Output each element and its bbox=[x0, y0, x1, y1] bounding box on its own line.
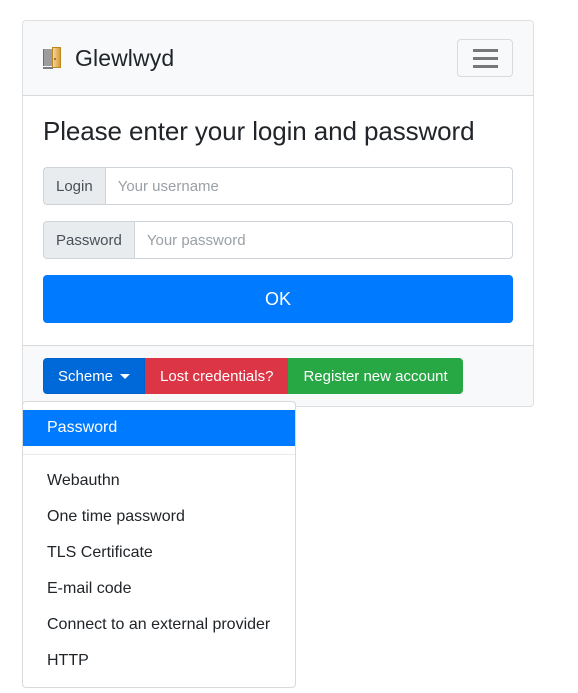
register-new-account-button[interactable]: Register new account bbox=[288, 358, 463, 395]
hamburger-bar bbox=[472, 48, 498, 52]
scheme-dropdown-button[interactable]: Scheme bbox=[43, 358, 146, 395]
footer-button-group: Scheme Lost credentials? Register new ac… bbox=[43, 358, 463, 395]
dropdown-divider bbox=[23, 454, 295, 455]
card-body: Please enter your login and password Log… bbox=[23, 96, 533, 345]
card-footer: Scheme Lost credentials? Register new ac… bbox=[23, 345, 533, 407]
brand-link[interactable]: Glewlwyd bbox=[43, 44, 175, 71]
scheme-dropdown-item[interactable]: One time password bbox=[23, 499, 295, 535]
scheme-button-label: Scheme bbox=[58, 367, 114, 385]
scheme-dropdown-menu: Password Webauthn One time password TLS Cer… bbox=[22, 401, 296, 688]
hamburger-bar bbox=[472, 56, 498, 60]
hamburger-bar bbox=[472, 64, 498, 68]
password-input[interactable] bbox=[133, 221, 513, 260]
login-input[interactable] bbox=[104, 167, 513, 206]
login-input-group: Login bbox=[43, 167, 513, 206]
scheme-dropdown-item[interactable]: E-mail code bbox=[23, 571, 295, 607]
scheme-dropdown-item[interactable]: Webauthn bbox=[23, 463, 295, 499]
password-label: Password bbox=[43, 221, 134, 260]
scheme-dropdown-item[interactable]: Password bbox=[23, 410, 295, 446]
page-title: Please enter your login and password bbox=[43, 116, 475, 146]
brand-title: Glewlwyd bbox=[75, 44, 175, 71]
ok-button[interactable]: OK bbox=[43, 275, 513, 324]
password-input-group: Password bbox=[43, 221, 513, 260]
login-card: Glewlwyd Please enter your login and pas… bbox=[22, 20, 534, 408]
door-icon bbox=[43, 47, 63, 69]
lost-credentials-button[interactable]: Lost credentials? bbox=[145, 358, 289, 395]
login-label: Login bbox=[43, 167, 105, 206]
caret-down-icon bbox=[120, 373, 131, 379]
scheme-dropdown-item[interactable]: Connect to an external provider bbox=[23, 607, 295, 643]
card-header: Glewlwyd bbox=[23, 21, 533, 96]
scheme-dropdown-item[interactable]: TLS Certificate bbox=[23, 535, 295, 571]
hamburger-menu-icon[interactable] bbox=[457, 39, 513, 77]
scheme-dropdown-item[interactable]: HTTP bbox=[23, 643, 295, 679]
